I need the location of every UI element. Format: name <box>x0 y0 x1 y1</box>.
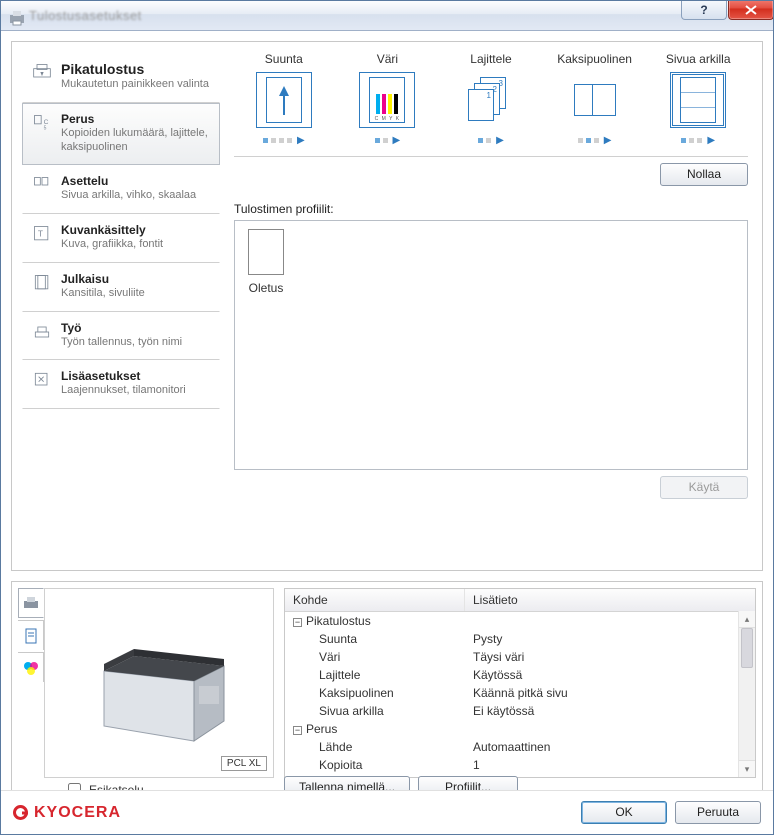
setting-pager-orientation[interactable]: ▶ <box>234 134 334 146</box>
summary-row: VäriTäysi väri <box>285 648 755 666</box>
sidebar-item-sublabel: Mukautetun painikkeen valinta <box>61 78 209 92</box>
setting-pager-duplex[interactable]: ▶ <box>545 134 645 146</box>
scroll-up-icon[interactable]: ▴ <box>739 611 755 628</box>
brand-logo: KYOCERA <box>13 804 121 822</box>
sidebar-item-label: Lisäasetukset <box>61 369 186 383</box>
setting-label-nup: Sivua arkilla <box>648 52 748 68</box>
summary-scrollbar[interactable]: ▴ ▾ <box>738 611 755 777</box>
sidebar-item-sublabel: Laajennukset, tilamonitori <box>61 384 186 398</box>
apply-profile-button[interactable]: Käytä <box>660 476 748 499</box>
summary-header: Kohde Lisätieto <box>285 589 755 612</box>
ok-button[interactable]: OK <box>581 801 667 824</box>
summary-row: LähdeAutomaattinen <box>285 738 755 756</box>
preview-image-box: PCL XL <box>44 588 274 778</box>
dialog-footer: KYOCERA OK Peruuta <box>1 790 773 834</box>
setting-label-color: Väri <box>338 52 438 68</box>
close-button[interactable] <box>728 0 774 20</box>
profile-tile-default[interactable]: Oletus <box>243 229 289 295</box>
sidebar-item-publishing[interactable]: Julkaisu Kansitila, sivuliite <box>22 263 220 312</box>
brand-text: KYOCERA <box>34 804 121 822</box>
preview-tab-page[interactable] <box>18 620 44 650</box>
setting-pager-collate[interactable]: ▶ <box>441 134 541 146</box>
scroll-down-icon[interactable]: ▾ <box>739 760 755 777</box>
profiles-section-label: Tulostimen profiilit: <box>234 202 748 216</box>
advanced-icon <box>31 369 53 391</box>
setting-label-collate: Lajittele <box>441 52 541 68</box>
sidebar-item-sublabel: Kuva, grafiikka, fontit <box>61 238 163 252</box>
basic-icon: C5 <box>31 112 53 134</box>
summary-body[interactable]: −Pikatulostus SuuntaPysty VäriTäysi väri… <box>285 612 755 776</box>
profiles-list: Oletus <box>234 220 748 470</box>
scroll-thumb[interactable] <box>741 628 753 668</box>
reset-button[interactable]: Nollaa <box>660 163 748 186</box>
setting-pager-color[interactable]: ▶ <box>338 134 438 146</box>
summary-row: Kopioita1 <box>285 756 755 774</box>
setting-button-orientation[interactable] <box>256 72 312 128</box>
setting-pager-nup[interactable]: ▶ <box>648 134 748 146</box>
brand-logo-icon <box>13 805 28 820</box>
divider <box>234 156 748 157</box>
settings-area: Suunta ▶ Väri C M Y K ▶ Lajittele <box>230 52 752 560</box>
svg-text:C: C <box>44 119 49 126</box>
sidebar-item-basic[interactable]: C5 Perus Kopioiden lukumäärä, lajittele,… <box>22 103 220 166</box>
summary-row: KaksipuolinenKäännä pitkä sivu <box>285 684 755 702</box>
printer-app-icon <box>7 8 23 24</box>
collapse-icon[interactable]: − <box>293 726 302 735</box>
summary-header-col1: Kohde <box>285 589 465 611</box>
sidebar-item-quickprint[interactable]: Pikatulostus Mukautetun painikkeen valin… <box>22 52 220 103</box>
setting-button-nup[interactable] <box>670 72 726 128</box>
summary-group[interactable]: −Perus <box>285 720 755 738</box>
lower-panel: PCL XL Esikatselu Kohde Lisätieto −Pikat… <box>11 581 763 806</box>
help-button[interactable]: ? <box>681 0 727 20</box>
sidebar-item-sublabel: Sivua arkilla, vihko, skaalaa <box>61 189 196 203</box>
job-icon <box>31 321 53 343</box>
sidebar-item-label: Asettelu <box>61 174 196 188</box>
profile-label: Oletus <box>243 281 289 295</box>
setting-label-orientation: Suunta <box>234 52 334 68</box>
sidebar-item-label: Työ <box>61 321 182 335</box>
sidebar-item-label: Perus <box>61 112 211 126</box>
printer-illustration <box>74 631 244 771</box>
setting-button-color[interactable]: C M Y K <box>359 72 415 128</box>
summary-row: SuuntaPysty <box>285 630 755 648</box>
upper-panel: Pikatulostus Mukautetun painikkeen valin… <box>11 41 763 571</box>
layout-icon <box>31 174 53 196</box>
dialog-body: Pikatulostus Mukautetun painikkeen valin… <box>1 31 773 834</box>
preview-tab-printer[interactable] <box>18 588 44 618</box>
sidebar-item-job[interactable]: Työ Työn tallennus, työn nimi <box>22 312 220 361</box>
profile-icon <box>248 229 284 275</box>
pdl-badge: PCL XL <box>221 756 267 771</box>
titlebar: Tulostusasetukset ? <box>1 1 773 31</box>
setting-label-duplex: Kaksipuolinen <box>545 52 645 68</box>
sidebar-item-label: Kuvankäsittely <box>61 223 163 237</box>
imaging-icon: T <box>31 223 53 245</box>
sidebar-item-imaging[interactable]: T Kuvankäsittely Kuva, grafiikka, fontit <box>22 214 220 263</box>
sidebar: Pikatulostus Mukautetun painikkeen valin… <box>22 52 220 409</box>
setting-button-collate[interactable]: 321 <box>463 72 519 128</box>
svg-text:5: 5 <box>44 125 47 131</box>
sidebar-item-sublabel: Kansitila, sivuliite <box>61 287 145 301</box>
summary-group[interactable]: −Pikatulostus <box>285 612 755 630</box>
summary-header-col2: Lisätieto <box>465 589 755 611</box>
summary-row: Sivua arkillaEi käytössä <box>285 702 755 720</box>
sidebar-item-sublabel: Työn tallennus, työn nimi <box>61 336 182 350</box>
print-preferences-window: Tulostusasetukset ? Pikatulostus Mukaute… <box>0 0 774 835</box>
sidebar-item-sublabel: Kopioiden lukumäärä, lajittele, kaksipuo… <box>61 127 211 155</box>
sidebar-item-advanced[interactable]: Lisäasetukset Laajennukset, tilamonitori <box>22 360 220 409</box>
quick-settings-row: Suunta ▶ Väri C M Y K ▶ Lajittele <box>230 52 752 146</box>
summary-row: LajitteleKäytössä <box>285 666 755 684</box>
setting-button-duplex[interactable] <box>567 72 623 128</box>
sidebar-item-label: Julkaisu <box>61 272 145 286</box>
quickprint-icon <box>31 61 53 83</box>
window-title: Tulostusasetukset <box>29 8 679 23</box>
preview-tab-color[interactable] <box>18 652 44 682</box>
summary-grid: Kohde Lisätieto −Pikatulostus SuuntaPyst… <box>284 588 756 778</box>
publishing-icon <box>31 272 53 294</box>
cancel-button[interactable]: Peruuta <box>675 801 761 824</box>
sidebar-item-layout[interactable]: Asettelu Sivua arkilla, vihko, skaalaa <box>22 165 220 214</box>
svg-text:T: T <box>38 229 43 239</box>
collapse-icon[interactable]: − <box>293 618 302 627</box>
sidebar-item-label: Pikatulostus <box>61 61 209 77</box>
